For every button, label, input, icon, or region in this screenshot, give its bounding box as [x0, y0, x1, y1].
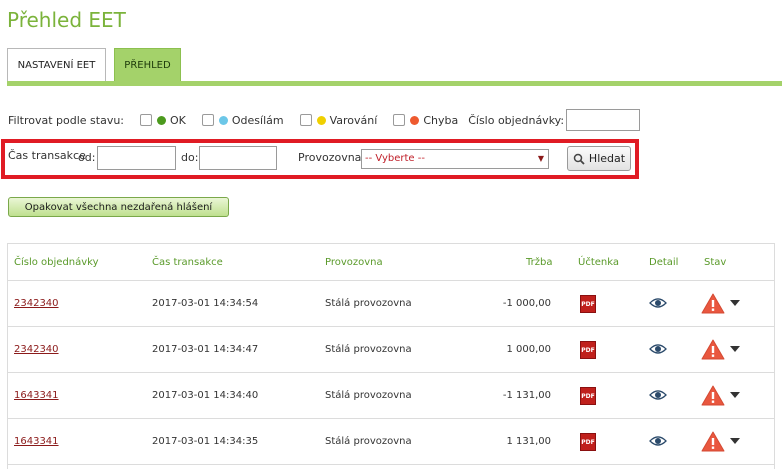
transaction-time: 2017-03-01 14:34:47: [152, 344, 259, 355]
eye-icon[interactable]: [649, 297, 667, 309]
time-label: Čas transakce: [8, 149, 86, 162]
warning-icon[interactable]: [701, 293, 725, 314]
pdf-icon[interactable]: PDF: [580, 295, 596, 313]
filter-varovani-checkbox[interactable]: [299, 114, 312, 126]
transaction-time: 2017-03-01 14:34:54: [152, 298, 259, 309]
pdf-icon[interactable]: PDF: [580, 341, 596, 359]
eye-icon[interactable]: [649, 343, 667, 355]
time-to-input[interactable]: [199, 146, 277, 170]
order-number-label: Číslo objednávky:: [468, 113, 565, 127]
caret-down-icon[interactable]: [730, 300, 740, 306]
filter-odesilam-label: Odesílám: [231, 113, 284, 127]
table-row: 1643341 2017-03-01 14:34:35 Stálá provoz…: [8, 419, 774, 465]
filter-chyba-checkbox[interactable]: [393, 114, 406, 126]
col-receipt: Účtenka: [578, 257, 619, 268]
order-link[interactable]: 2342340: [14, 298, 59, 309]
filter-chyba-label: Chyba: [423, 113, 459, 127]
col-amount[interactable]: Tržba: [526, 257, 552, 268]
order-link[interactable]: 1643341: [14, 436, 59, 447]
branch-name: Stálá provozovna: [325, 298, 412, 309]
branch-name: Stálá provozovna: [325, 344, 412, 355]
branch-select[interactable]: -- Vyberte -- ▼: [361, 149, 549, 169]
varovani-status-dot: [316, 115, 326, 125]
table-header: Číslo objednávky Čas transakce Provozovn…: [8, 244, 774, 281]
pdf-icon[interactable]: PDF: [580, 387, 596, 405]
col-detail: Detail: [649, 257, 679, 268]
tab-underline: [7, 81, 782, 86]
col-branch[interactable]: Provozovna: [325, 257, 383, 268]
caret-down-icon[interactable]: [730, 438, 740, 444]
amount: -1 000,00: [502, 298, 551, 309]
filter-varovani-label: Varování: [329, 113, 378, 127]
chyba-status-dot: [410, 115, 420, 125]
search-icon: [573, 153, 585, 165]
amount: 1 000,00: [506, 344, 551, 355]
pdf-icon[interactable]: PDF: [580, 433, 596, 451]
odesilam-status-dot: [218, 115, 228, 125]
filter-ok-label: OK: [170, 113, 186, 127]
order-link[interactable]: 1643341: [14, 390, 59, 401]
transaction-time: 2017-03-01 14:34:40: [152, 390, 259, 401]
filter-odesilam-checkbox[interactable]: [201, 114, 214, 126]
order-number-input[interactable]: [566, 109, 641, 131]
branch-name: Stálá provozovna: [325, 390, 412, 401]
time-from-input[interactable]: [97, 146, 176, 170]
status-filter-row: Filtrovat podle stavu: OK Odesílám Varov…: [8, 109, 641, 131]
table-row: 2342340 2017-03-01 14:34:47 Stálá provoz…: [8, 327, 774, 373]
warning-icon[interactable]: [701, 385, 725, 406]
search-button[interactable]: Hledat: [567, 146, 631, 171]
retry-failed-button[interactable]: Opakovat všechna nezdařená hlášení: [8, 197, 229, 217]
warning-icon[interactable]: [701, 431, 725, 452]
filter-label: Filtrovat podle stavu:: [8, 113, 125, 127]
caret-down-icon[interactable]: [730, 392, 740, 398]
branch-name: Stálá provozovna: [325, 436, 412, 447]
chevron-down-icon: ▼: [537, 154, 544, 163]
caret-down-icon[interactable]: [730, 346, 740, 352]
branch-selected-value: -- Vyberte --: [365, 153, 425, 164]
col-status: Stav: [704, 257, 727, 268]
filter-ok-checkbox[interactable]: [140, 114, 153, 126]
page-title: Přehled EET: [7, 8, 126, 32]
ok-status-dot: [157, 115, 167, 125]
transaction-time: 2017-03-01 14:34:35: [152, 436, 259, 447]
amount: -1 131,00: [502, 390, 551, 401]
warning-icon[interactable]: [701, 339, 725, 360]
time-to-label: do:: [181, 151, 199, 164]
eye-icon[interactable]: [649, 435, 667, 447]
col-order[interactable]: Číslo objednávky: [14, 257, 99, 268]
branch-label: Provozovna:: [298, 151, 366, 164]
time-from-label: od:: [78, 151, 96, 164]
order-link[interactable]: 2342340: [14, 344, 59, 355]
col-time[interactable]: Čas transakce: [152, 257, 223, 268]
eye-icon[interactable]: [649, 389, 667, 401]
search-button-label: Hledat: [588, 152, 626, 165]
amount: 1 131,00: [506, 436, 551, 447]
table-row: 2342340 2017-03-01 14:34:54 Stálá provoz…: [8, 281, 774, 327]
tab-prehled[interactable]: PŘEHLED: [114, 48, 181, 82]
eet-table: Číslo objednávky Čas transakce Provozovn…: [7, 243, 775, 469]
table-row: 1643341 2017-03-01 14:34:40 Stálá provoz…: [8, 373, 774, 419]
tab-nastaveni-eet[interactable]: NASTAVENÍ EET: [7, 48, 106, 82]
